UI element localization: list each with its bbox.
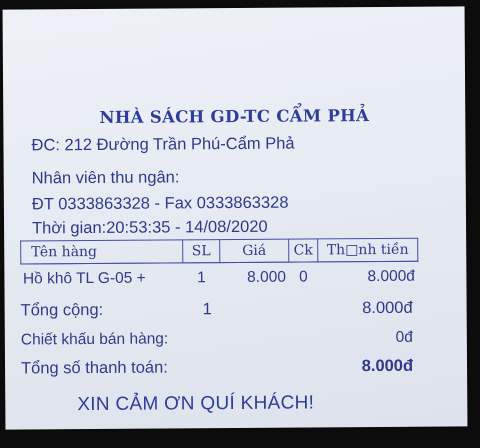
transaction-datetime: Thời gian:20:53:35 - 14/08/2020 — [32, 217, 268, 238]
thank-you-message: XIN CẢM ƠN QUÍ KHÁCH! — [77, 392, 315, 416]
item-quantity: 1 — [197, 269, 206, 287]
discount-label: Chiết khấu bán hàng: — [20, 330, 169, 349]
store-name: NHÀ SÁCH GD-TC CẨM PHẢ — [99, 106, 370, 127]
table-row: Hồ khô TL G-05 + 1 8.000 0 8.000đ — [21, 261, 418, 294]
discount-value: 0đ — [395, 328, 413, 346]
item-discount: 0 — [299, 268, 308, 286]
items-table-header: Tên hàng SL Giá Ck Th□nh tiền — [20, 238, 418, 264]
item-price: 8.000 — [247, 268, 286, 286]
payable-label: Tổng số thanh toán: — [20, 358, 168, 378]
item-name: Hồ khô TL G-05 + — [22, 269, 146, 288]
header-item-name: Tên hàng — [20, 239, 183, 264]
item-amount: 8.000đ — [367, 267, 415, 286]
total-label: Tổng cộng: — [20, 300, 104, 320]
total-value: 8.000đ — [362, 298, 413, 318]
store-address: ĐC: 212 Đường Trần Phú-Cẩm Phả — [31, 134, 295, 155]
items-table: Tên hàng SL Giá Ck Th□nh tiền Hồ khô TL … — [20, 238, 418, 295]
total-quantity: 1 — [202, 300, 212, 319]
header-quantity: SL — [182, 239, 220, 263]
header-price: Giá — [219, 239, 289, 263]
cashier-label: Nhân viên thu ngân: — [31, 168, 180, 188]
payable-value: 8.000đ — [361, 356, 414, 376]
header-amount: Th□nh tiền — [317, 238, 418, 262]
receipt-paper: NHÀ SÁCH GD-TC CẨM PHẢ ĐC: 212 Đường Trầ… — [2, 6, 468, 430]
header-discount: Ck — [288, 238, 318, 263]
phone-fax: ĐT 0333863328 - Fax 0333863328 — [31, 193, 289, 214]
